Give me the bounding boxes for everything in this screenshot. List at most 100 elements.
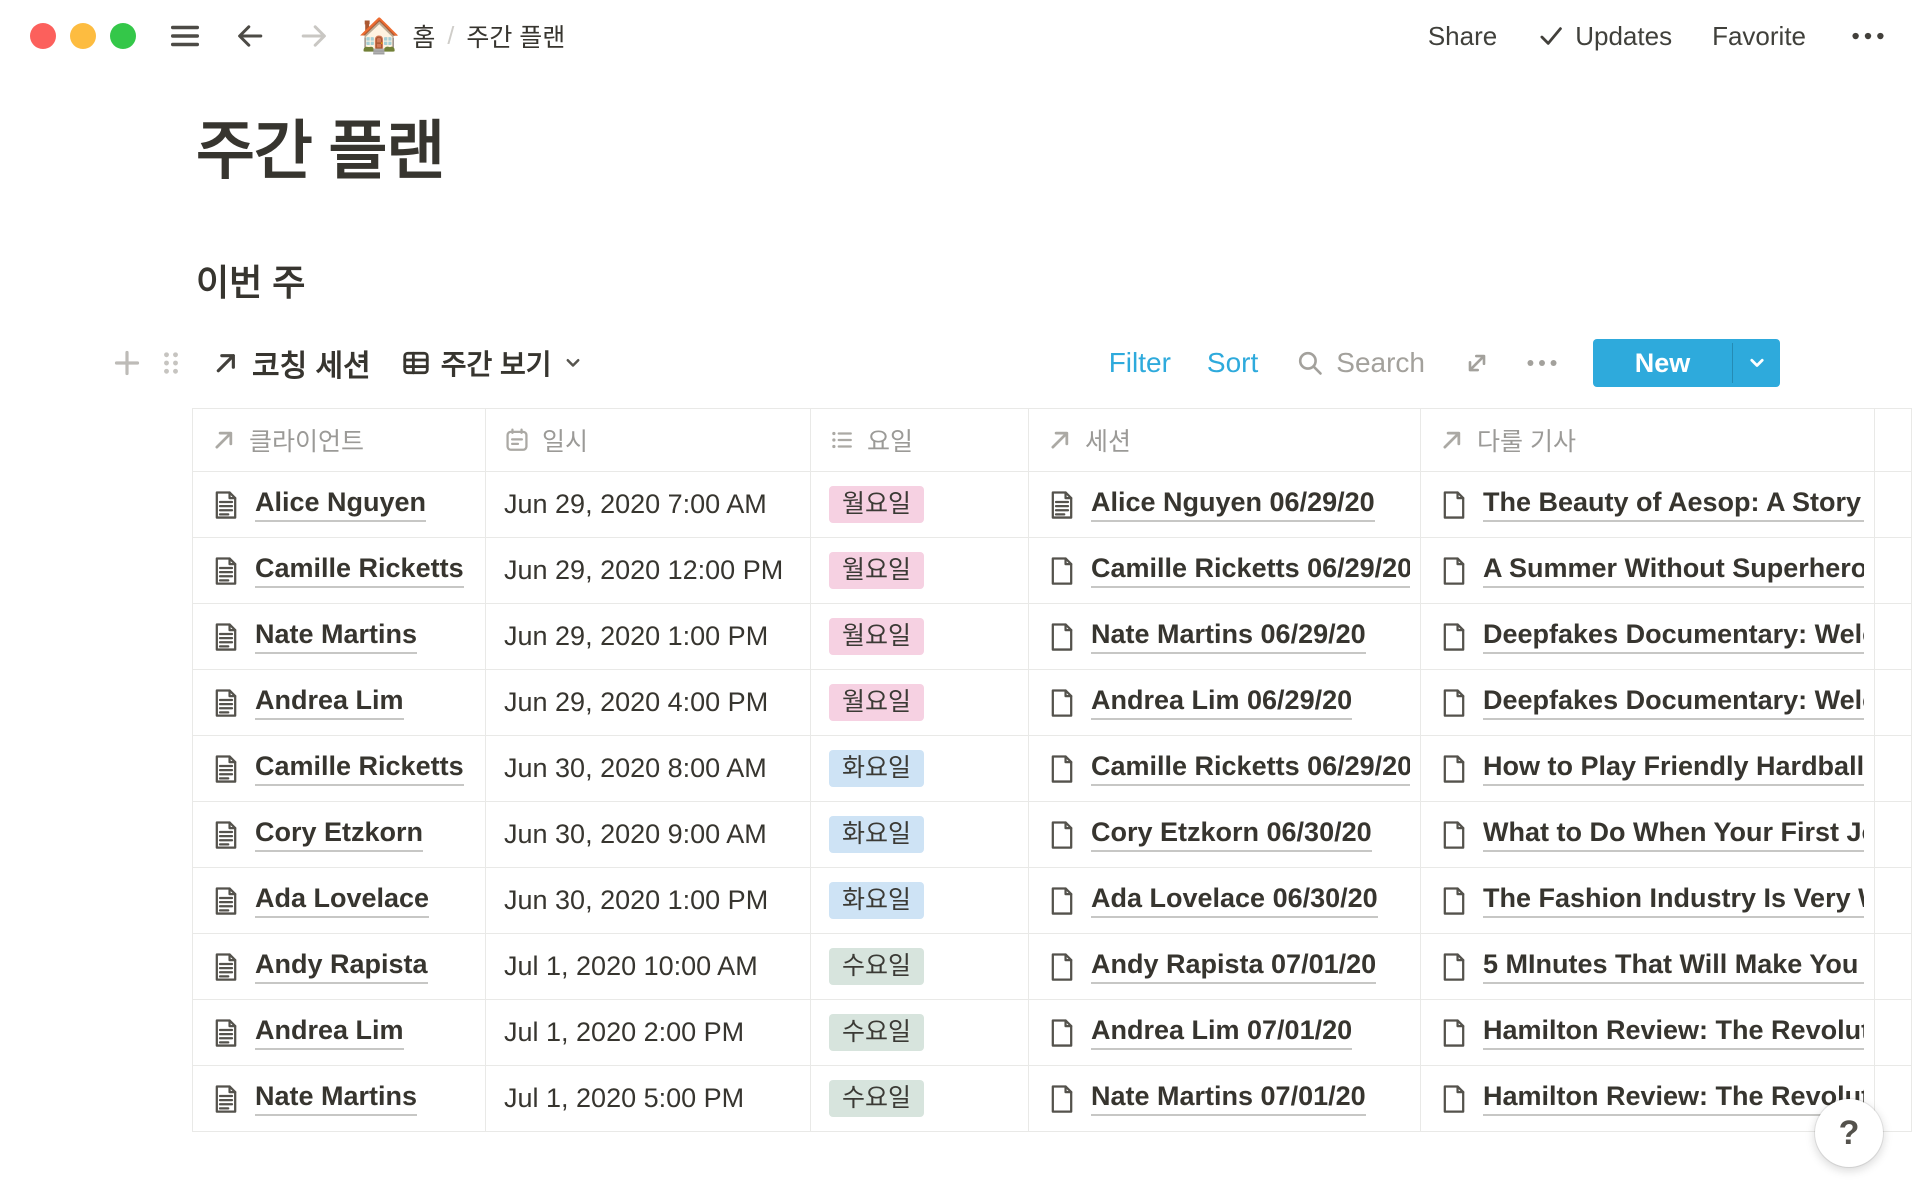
article-page-link[interactable]: A Summer Without Superheroes — [1439, 553, 1864, 588]
day-cell[interactable]: 월요일 — [811, 472, 1029, 537]
session-page-link[interactable]: Alice Nguyen 06/29/20 — [1047, 487, 1375, 522]
day-cell[interactable]: 월요일 — [811, 604, 1029, 669]
session-cell[interactable]: Camille Ricketts 06/29/20 — [1029, 538, 1421, 603]
client-page-link[interactable]: Andy Rapista — [211, 949, 428, 984]
article-page-link[interactable]: How to Play Friendly Hardball in a — [1439, 751, 1864, 786]
client-page-link[interactable]: Camille Ricketts — [211, 553, 464, 588]
article-cell[interactable]: What to Do When Your First Job Is — [1421, 802, 1875, 867]
sort-button[interactable]: Sort — [1207, 347, 1258, 379]
column-header-client[interactable]: 클라이언트 — [193, 409, 486, 471]
session-page-link[interactable]: Andrea Lim 06/29/20 — [1047, 685, 1352, 720]
day-cell[interactable]: 수요일 — [811, 1000, 1029, 1065]
column-header-session[interactable]: 세션 — [1029, 409, 1421, 471]
session-cell[interactable]: Nate Martins 06/29/20 — [1029, 604, 1421, 669]
session-page-link[interactable]: Cory Etzkorn 06/30/20 — [1047, 817, 1372, 852]
client-page-link[interactable]: Ada Lovelace — [211, 883, 429, 918]
session-cell[interactable]: Andrea Lim 06/29/20 — [1029, 670, 1421, 735]
datetime-cell[interactable]: Jul 1, 2020 5:00 PM — [486, 1066, 811, 1131]
article-cell[interactable]: Deepfakes Documentary: Welcome — [1421, 604, 1875, 669]
search-button[interactable]: Search — [1296, 347, 1425, 379]
client-page-link[interactable]: Andrea Lim — [211, 1015, 404, 1050]
client-page-link[interactable]: Andrea Lim — [211, 685, 404, 720]
day-cell[interactable]: 화요일 — [811, 736, 1029, 801]
zoom-window-button[interactable] — [110, 23, 136, 49]
session-page-link[interactable]: Camille Ricketts 06/29/20 — [1047, 751, 1410, 786]
column-header-day[interactable]: 요일 — [811, 409, 1029, 471]
article-page-link[interactable]: The Beauty of Aesop: A Story of U — [1439, 487, 1864, 522]
filter-button[interactable]: Filter — [1109, 347, 1171, 379]
session-cell[interactable]: Andy Rapista 07/01/20 — [1029, 934, 1421, 999]
day-cell[interactable]: 화요일 — [811, 802, 1029, 867]
client-cell[interactable]: Nate Martins — [193, 1066, 486, 1131]
datetime-cell[interactable]: Jun 29, 2020 4:00 PM — [486, 670, 811, 735]
client-page-link[interactable]: Alice Nguyen — [211, 487, 426, 522]
article-page-link[interactable]: Deepfakes Documentary: Welcome — [1439, 619, 1864, 654]
article-page-link[interactable]: What to Do When Your First Job Is — [1439, 817, 1864, 852]
add-block-icon[interactable] — [112, 348, 142, 378]
breadcrumb-home[interactable]: 홈 — [412, 18, 435, 54]
new-dropdown-chevron-icon[interactable] — [1733, 339, 1780, 387]
session-page-link[interactable]: Nate Martins 07/01/20 — [1047, 1081, 1366, 1116]
client-page-link[interactable]: Camille Ricketts — [211, 751, 464, 786]
session-page-link[interactable]: Andy Rapista 07/01/20 — [1047, 949, 1376, 984]
day-cell[interactable]: 월요일 — [811, 670, 1029, 735]
datetime-cell[interactable]: Jul 1, 2020 2:00 PM — [486, 1000, 811, 1065]
article-cell[interactable]: The Fashion Industry Is Very White — [1421, 868, 1875, 933]
client-cell[interactable]: Andy Rapista — [193, 934, 486, 999]
session-page-link[interactable]: Andrea Lim 07/01/20 — [1047, 1015, 1352, 1050]
client-page-link[interactable]: Nate Martins — [211, 1081, 417, 1116]
article-cell[interactable]: The Beauty of Aesop: A Story of U — [1421, 472, 1875, 537]
article-cell[interactable]: Hamilton Review: The Revolution, — [1421, 1066, 1875, 1131]
article-page-link[interactable]: 5 MInutes That Will Make You Fall — [1439, 949, 1864, 984]
share-button[interactable]: Share — [1428, 21, 1497, 52]
client-cell[interactable]: Camille Ricketts — [193, 538, 486, 603]
article-page-link[interactable]: The Fashion Industry Is Very White — [1439, 883, 1864, 918]
back-arrow-icon[interactable] — [234, 20, 266, 52]
expand-icon[interactable] — [1463, 349, 1491, 377]
new-button-label[interactable]: New — [1593, 339, 1732, 387]
datetime-cell[interactable]: Jul 1, 2020 10:00 AM — [486, 934, 811, 999]
more-options-icon[interactable] — [1846, 21, 1890, 51]
new-button[interactable]: New — [1593, 339, 1780, 387]
client-cell[interactable]: Andrea Lim — [193, 1000, 486, 1065]
article-page-link[interactable]: Hamilton Review: The Revolution, — [1439, 1015, 1864, 1050]
session-cell[interactable]: Camille Ricketts 06/29/20 — [1029, 736, 1421, 801]
breadcrumb-current-page[interactable]: 주간 플랜 — [466, 18, 565, 54]
client-cell[interactable]: Camille Ricketts — [193, 736, 486, 801]
session-page-link[interactable]: Nate Martins 06/29/20 — [1047, 619, 1366, 654]
article-cell[interactable]: Hamilton Review: The Revolution, — [1421, 1000, 1875, 1065]
close-window-button[interactable] — [30, 23, 56, 49]
session-cell[interactable]: Nate Martins 07/01/20 — [1029, 1066, 1421, 1131]
client-cell[interactable]: Ada Lovelace — [193, 868, 486, 933]
article-cell[interactable]: How to Play Friendly Hardball in a — [1421, 736, 1875, 801]
day-cell[interactable]: 수요일 — [811, 1066, 1029, 1131]
session-cell[interactable]: Alice Nguyen 06/29/20 — [1029, 472, 1421, 537]
session-cell[interactable]: Ada Lovelace 06/30/20 — [1029, 868, 1421, 933]
session-cell[interactable]: Cory Etzkorn 06/30/20 — [1029, 802, 1421, 867]
datetime-cell[interactable]: Jun 30, 2020 1:00 PM — [486, 868, 811, 933]
column-header-datetime[interactable]: 일시 — [486, 409, 811, 471]
day-cell[interactable]: 수요일 — [811, 934, 1029, 999]
datetime-cell[interactable]: Jun 29, 2020 12:00 PM — [486, 538, 811, 603]
article-cell[interactable]: Deepfakes Documentary: Welcome — [1421, 670, 1875, 735]
session-page-link[interactable]: Ada Lovelace 06/30/20 — [1047, 883, 1378, 918]
client-cell[interactable]: Nate Martins — [193, 604, 486, 669]
datetime-cell[interactable]: Jun 29, 2020 7:00 AM — [486, 472, 811, 537]
view-switcher[interactable]: 주간 보기 — [401, 343, 584, 383]
client-cell[interactable]: Cory Etzkorn — [193, 802, 486, 867]
client-cell[interactable]: Andrea Lim — [193, 670, 486, 735]
day-cell[interactable]: 화요일 — [811, 868, 1029, 933]
favorite-button[interactable]: Favorite — [1712, 21, 1806, 52]
day-cell[interactable]: 월요일 — [811, 538, 1029, 603]
column-header-articles[interactable]: 다룰 기사 — [1421, 409, 1875, 471]
article-page-link[interactable]: Hamilton Review: The Revolution, — [1439, 1081, 1864, 1116]
article-cell[interactable]: 5 MInutes That Will Make You Fall — [1421, 934, 1875, 999]
client-page-link[interactable]: Cory Etzkorn — [211, 817, 423, 852]
minimize-window-button[interactable] — [70, 23, 96, 49]
session-page-link[interactable]: Camille Ricketts 06/29/20 — [1047, 553, 1410, 588]
sidebar-menu-icon[interactable] — [168, 19, 202, 53]
datetime-cell[interactable]: Jun 30, 2020 9:00 AM — [486, 802, 811, 867]
client-page-link[interactable]: Nate Martins — [211, 619, 417, 654]
drag-handle-icon[interactable] — [156, 348, 186, 378]
collection-more-icon[interactable] — [1521, 349, 1563, 377]
